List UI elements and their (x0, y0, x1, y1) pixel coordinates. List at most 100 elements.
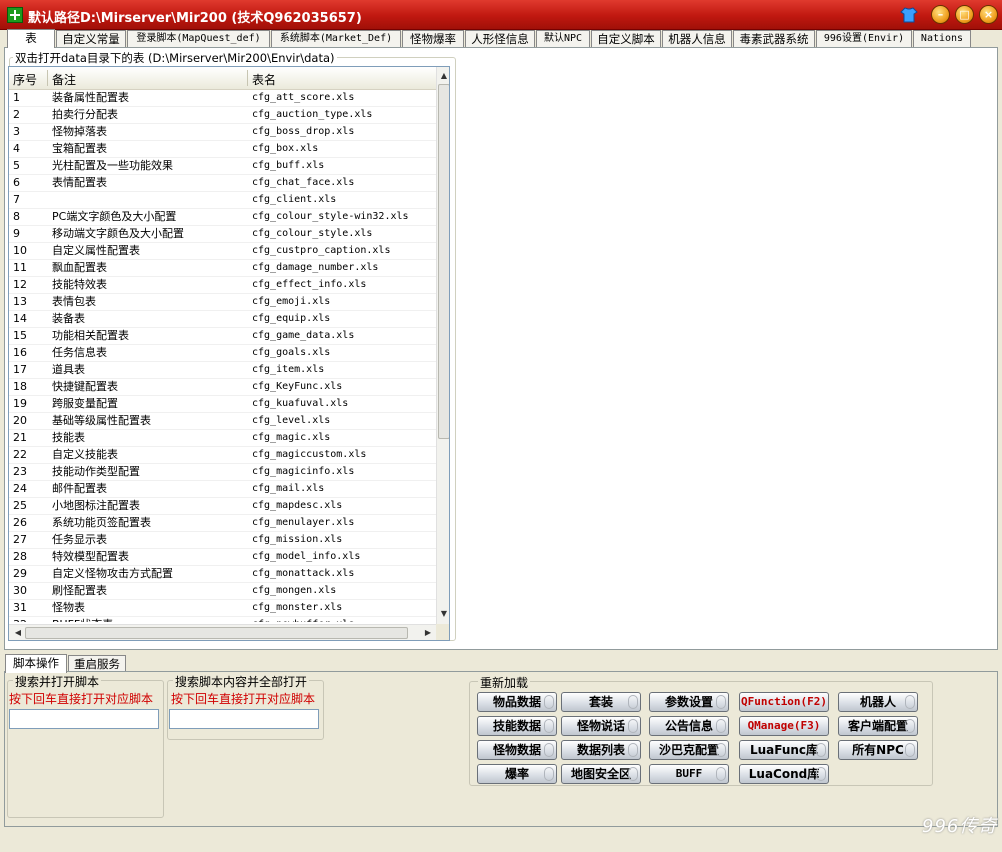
tab-nations[interactable]: Nations (913, 30, 971, 47)
table-row[interactable]: 9 移动端文字颜色及大小配置 cfg_colour_style.xls (9, 226, 436, 243)
search-open-input[interactable] (9, 709, 159, 729)
tab-custom-constants[interactable]: 自定义常量 (56, 30, 126, 47)
tab-table[interactable]: 表 (7, 29, 55, 48)
row-index: 1 (13, 91, 20, 104)
reload-suit-button[interactable]: 套装 (561, 692, 641, 712)
tab-restart-service[interactable]: 重启服务 (68, 655, 126, 672)
table-row[interactable]: 29 自定义怪物攻击方式配置 cfg_monattack.xls (9, 566, 436, 583)
reload-data-list-button[interactable]: 数据列表 (561, 740, 641, 760)
row-index: 7 (13, 193, 20, 206)
reload-map-safezone-button[interactable]: 地图安全区 (561, 764, 641, 784)
reload-skill-data-button[interactable]: 技能数据 (477, 716, 557, 736)
tab-custom-script[interactable]: 自定义脚本 (591, 30, 661, 47)
table-row[interactable]: 3 怪物掉落表 cfg_boss_drop.xls (9, 124, 436, 141)
table-row[interactable]: 5 光柱配置及一些功能效果 cfg_buff.xls (9, 158, 436, 175)
table-row[interactable]: 26 系统功能页签配置表 cfg_menulayer.xls (9, 515, 436, 532)
row-index: 6 (13, 176, 20, 189)
column-header-index[interactable]: 序号 (13, 71, 37, 88)
table-row[interactable]: 7 cfg_client.xls (9, 192, 436, 209)
table-row[interactable]: 32 BUFF状态表 cfg_newbuffer.xls (9, 617, 436, 622)
tab-poison-weapon[interactable]: 毒素武器系统 (733, 30, 815, 47)
table-row[interactable]: 8 PC端文字颜色及大小配置 cfg_colour_style-win32.xls (9, 209, 436, 226)
horizontal-scroll-thumb[interactable] (25, 627, 408, 639)
table-row[interactable]: 28 特效模型配置表 cfg_model_info.xls (9, 549, 436, 566)
table-row[interactable]: 25 小地图标注配置表 cfg_mapdesc.xls (9, 498, 436, 515)
table-row[interactable]: 14 装备表 cfg_equip.xls (9, 311, 436, 328)
scroll-right-arrow-icon[interactable]: ▶ (421, 626, 435, 640)
table-row[interactable]: 6 表情配置表 cfg_chat_face.xls (9, 175, 436, 192)
close-button[interactable]: × (979, 5, 998, 24)
row-index: 10 (13, 244, 27, 257)
reload-sabak-config-button[interactable]: 沙巴克配置 (649, 740, 729, 760)
table-row[interactable]: 13 表情包表 cfg_emoji.xls (9, 294, 436, 311)
scroll-left-arrow-icon[interactable]: ◀ (11, 626, 25, 640)
reload-buff-button[interactable]: BUFF (649, 764, 729, 784)
column-header-remark[interactable]: 备注 (52, 71, 76, 88)
table-row[interactable]: 18 快捷键配置表 cfg_KeyFunc.xls (9, 379, 436, 396)
row-table-name: cfg_goals.xls (252, 347, 331, 358)
tab-humanoid-monster[interactable]: 人形怪信息 (465, 30, 535, 47)
table-row[interactable]: 21 技能表 cfg_magic.xls (9, 430, 436, 447)
table-row[interactable]: 22 自定义技能表 cfg_magiccustom.xls (9, 447, 436, 464)
minimize-button[interactable]: – (931, 5, 950, 24)
reload-item-data-button[interactable]: 物品数据 (477, 692, 557, 712)
tab-robot-info[interactable]: 机器人信息 (662, 30, 732, 47)
reload-all-npc-button[interactable]: 所有NPC (838, 740, 918, 760)
reload-notice-button[interactable]: 公告信息 (649, 716, 729, 736)
button-label: LuaFunc库 (749, 743, 819, 757)
table-row[interactable]: 16 任务信息表 cfg_goals.xls (9, 345, 436, 362)
tab-system-script[interactable]: 系统脚本(Market_Def) (271, 30, 401, 47)
row-table-name: cfg_menulayer.xls (252, 517, 355, 528)
table-row[interactable]: 4 宝箱配置表 cfg_box.xls (9, 141, 436, 158)
scroll-down-arrow-icon[interactable]: ▼ (437, 607, 449, 621)
table-row[interactable]: 11 飘血配置表 cfg_damage_number.xls (9, 260, 436, 277)
table-row[interactable]: 12 技能特效表 cfg_effect_info.xls (9, 277, 436, 294)
scroll-up-arrow-icon[interactable]: ▲ (437, 69, 449, 83)
reload-luafunc-button[interactable]: LuaFunc库 (739, 740, 829, 760)
reload-client-config-button[interactable]: 客户端配置 (838, 716, 918, 736)
maximize-button[interactable]: □ (955, 5, 974, 24)
table-row[interactable]: 27 任务显示表 cfg_mission.xls (9, 532, 436, 549)
table-row[interactable]: 30 刷怪配置表 cfg_mongen.xls (9, 583, 436, 600)
tab-default-npc[interactable]: 默认NPC (536, 30, 590, 47)
button-label: 客户端配置 (847, 719, 908, 733)
tab-login-script[interactable]: 登录脚本(MapQuest_def) (127, 30, 270, 47)
table-row[interactable]: 24 邮件配置表 cfg_mail.xls (9, 481, 436, 498)
table-row[interactable]: 15 功能相关配置表 cfg_game_data.xls (9, 328, 436, 345)
table-row[interactable]: 20 基础等级属性配置表 cfg_level.xls (9, 413, 436, 430)
table-list[interactable]: 序号 备注 表名 1 装备属性配置表 cfg_att_score.xls 2 拍卖行分配… (8, 66, 450, 641)
table-row[interactable]: 1 装备属性配置表 cfg_att_score.xls (9, 90, 436, 107)
tab-script-operations[interactable]: 脚本操作 (5, 654, 67, 673)
table-row[interactable]: 10 自定义属性配置表 cfg_custpro_caption.xls (9, 243, 436, 260)
reload-monster-speech-button[interactable]: 怪物说话 (561, 716, 641, 736)
row-remark: 装备属性配置表 (52, 91, 129, 104)
tab-monster-drop[interactable]: 怪物爆率 (402, 30, 464, 47)
search-content-input[interactable] (169, 709, 319, 729)
reload-drop-rate-button[interactable]: 爆率 (477, 764, 557, 784)
reload-luacond-button[interactable]: LuaCond库 (739, 764, 829, 784)
row-index: 2 (13, 108, 20, 121)
vertical-scroll-thumb[interactable] (438, 84, 449, 439)
reload-params-button[interactable]: 参数设置 (649, 692, 729, 712)
button-label: 所有NPC (852, 743, 904, 757)
skin-shirt-icon[interactable] (899, 5, 919, 25)
column-header-table-name[interactable]: 表名 (252, 71, 276, 88)
tab-996-settings[interactable]: 996设置(Envir) (816, 30, 912, 47)
button-ornament-icon (716, 767, 726, 781)
reload-qfunction-button[interactable]: QFunction(F2) (739, 692, 829, 712)
table-row[interactable]: 19 跨服变量配置 cfg_kuafuval.xls (9, 396, 436, 413)
button-label: 怪物说话 (576, 719, 625, 733)
horizontal-scrollbar[interactable]: ◀ ▶ (9, 624, 436, 640)
reload-monster-data-button[interactable]: 怪物数据 (477, 740, 557, 760)
table-row[interactable]: 17 道具表 cfg_item.xls (9, 362, 436, 379)
reload-robot-button[interactable]: 机器人 (838, 692, 918, 712)
table-row[interactable]: 23 技能动作类型配置 cfg_magicinfo.xls (9, 464, 436, 481)
search-content-hint: 按下回车直接打开对应脚本 (171, 692, 316, 706)
row-remark: 刷怪配置表 (52, 584, 107, 597)
table-row[interactable]: 31 怪物表 cfg_monster.xls (9, 600, 436, 617)
row-remark: 技能表 (52, 431, 85, 444)
reload-qmanage-button[interactable]: QManage(F3) (739, 716, 829, 736)
vertical-scrollbar[interactable]: ▲ ▼ (436, 67, 449, 624)
row-index: 5 (13, 159, 20, 172)
table-row[interactable]: 2 拍卖行分配表 cfg_auction_type.xls (9, 107, 436, 124)
